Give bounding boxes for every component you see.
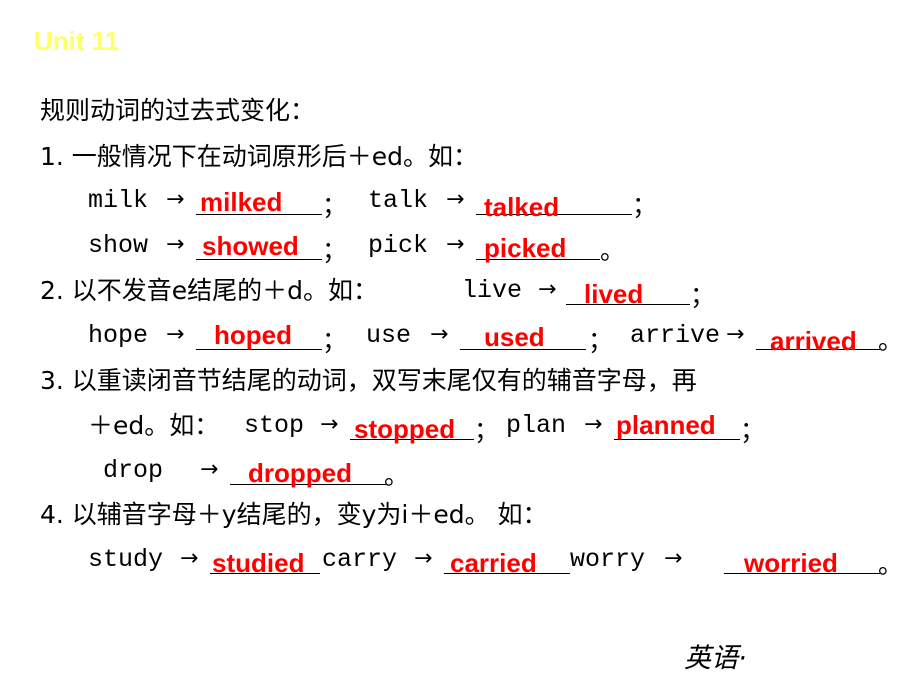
punct: ； (632, 193, 658, 222)
base-word-carry: carry (322, 545, 398, 574)
arrow-icon: → (430, 322, 449, 347)
punct: 。 (878, 328, 904, 357)
arrow-icon: → (180, 546, 199, 571)
base-word-hope: hope (88, 321, 149, 350)
answer-worried: worried (744, 548, 838, 578)
answer-planned: planned (616, 410, 716, 440)
rule-1-text: 1. 一般情况下在动词原形后＋ed。如： (40, 142, 479, 171)
punct: ； (322, 238, 348, 267)
answer-picked: picked (484, 233, 567, 263)
base-word-stop: stop (244, 411, 305, 440)
base-word-milk: milk (88, 186, 149, 215)
answer-carried: carried (450, 548, 537, 578)
punct: 。 (384, 463, 410, 492)
arrow-icon: → (166, 232, 185, 257)
arrow-icon: → (166, 322, 185, 347)
answer-talked: talked (484, 192, 560, 222)
answer-used: used (484, 322, 545, 352)
arrow-icon: → (446, 232, 465, 257)
footer-subject-label: 英语· (684, 643, 747, 674)
answer-milked: milked (200, 187, 283, 217)
answer-dropped: dropped (248, 458, 352, 488)
answer-showed: showed (202, 231, 299, 261)
base-word-plan: plan (506, 411, 567, 440)
punct: ； (740, 418, 766, 447)
rule-4-text: 4. 以辅音字母＋y结尾的，变y为i＋ed。 如： (40, 500, 548, 529)
rule-2-text: 2. 以不发音e结尾的＋d。如： (40, 276, 379, 305)
punct: 。 (600, 238, 626, 267)
punct: ； (322, 193, 348, 222)
arrow-icon: → (320, 412, 339, 437)
base-word-drop: drop (103, 456, 164, 485)
base-word-talk: talk (368, 186, 429, 215)
base-word-show: show (88, 231, 149, 260)
arrow-icon: → (446, 187, 465, 212)
punct: ； (690, 283, 716, 312)
unit-title: Unit 11 (34, 26, 120, 56)
arrow-icon: → (538, 277, 557, 302)
arrow-icon: → (200, 457, 219, 482)
arrow-icon: → (166, 187, 185, 212)
arrow-icon: → (414, 546, 433, 571)
section-heading: 规则动词的过去式变化： (40, 96, 316, 125)
base-word-live: live (462, 276, 523, 305)
arrow-icon: → (584, 412, 603, 437)
answer-studied: studied (212, 548, 305, 578)
punct: ； (588, 328, 614, 357)
base-word-study: study (88, 545, 164, 574)
base-word-use: use (366, 321, 412, 350)
rule-3-text: 3. 以重读闭音节结尾的动词，双写末尾仅有的辅音字母，再 (40, 366, 697, 395)
answer-lived: lived (584, 279, 644, 309)
base-word-pick: pick (368, 231, 429, 260)
answer-arrived: arrived (770, 326, 857, 356)
answer-hoped: hoped (214, 320, 292, 350)
answer-stopped: stopped (354, 414, 456, 444)
base-word-worry: worry (570, 545, 646, 574)
punct: 。 (878, 552, 904, 581)
punct: ； (322, 328, 348, 357)
arrow-icon: → (664, 546, 683, 571)
rule-3-text-cont: ＋ed。如： (88, 411, 220, 440)
arrow-icon: → (726, 322, 745, 347)
punct: ； (474, 418, 500, 447)
base-word-arrive: arrive (630, 321, 721, 350)
